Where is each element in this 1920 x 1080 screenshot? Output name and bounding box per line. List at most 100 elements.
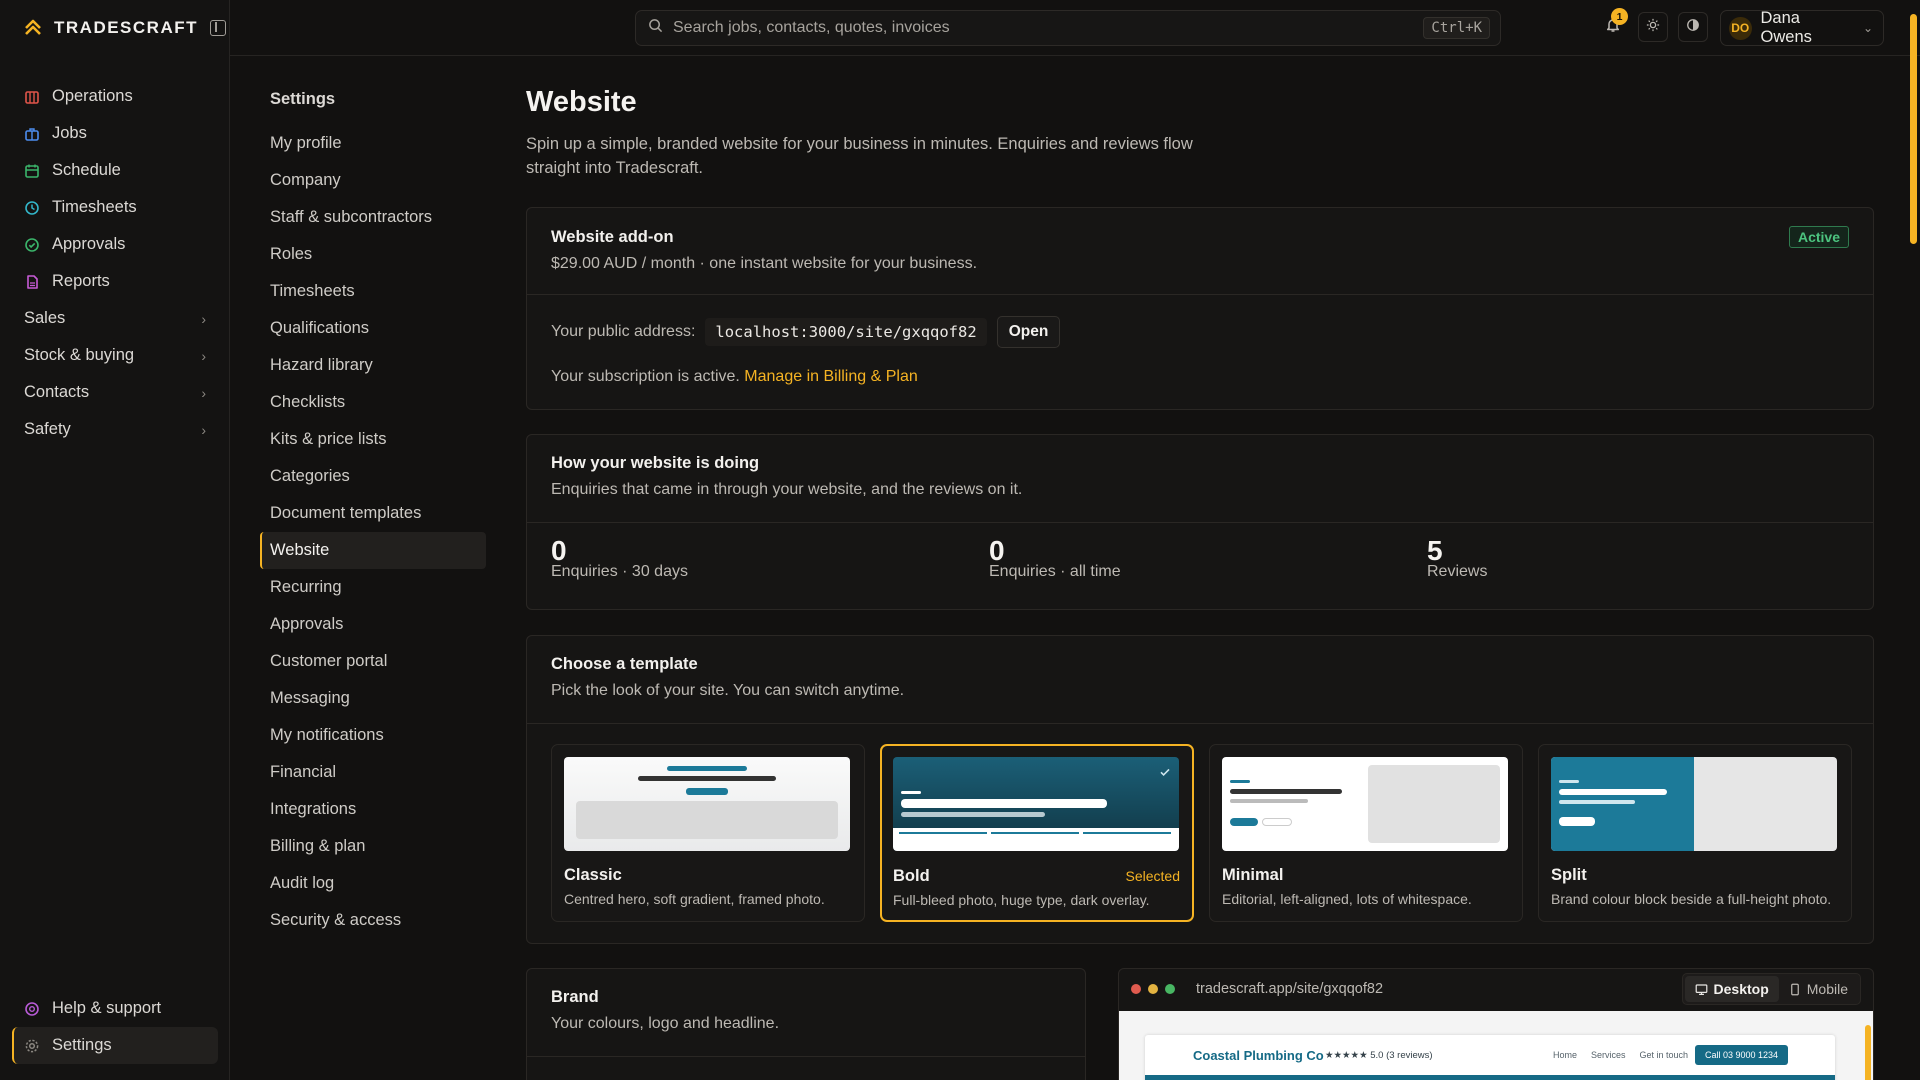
mobile-toggle-button[interactable]: Mobile: [1779, 976, 1858, 1002]
app-sidebar: TRADESCRAFT Operations Jobs Schedule Tim…: [0, 0, 230, 1080]
search-shortcut: Ctrl+K: [1423, 17, 1490, 39]
nav-label: Contacts: [24, 383, 90, 401]
settings-item-categories[interactable]: Categories: [260, 458, 486, 495]
template-description: Brand colour block beside a full-height …: [1551, 891, 1832, 907]
nav-item-settings[interactable]: Settings: [12, 1027, 218, 1064]
global-search[interactable]: Ctrl+K: [635, 10, 1501, 46]
settings-item-security[interactable]: Security & access: [260, 902, 486, 939]
nav-item-operations[interactable]: Operations: [12, 78, 218, 115]
check-icon: [1159, 765, 1171, 783]
topbar: Ctrl+K 1 DO Dana Owens ⌄: [230, 0, 1920, 56]
settings-item-website[interactable]: Website: [260, 532, 486, 569]
nav-label: Jobs: [52, 124, 87, 142]
template-subtitle: Pick the look of your site. You can swit…: [551, 682, 905, 699]
settings-item-messaging[interactable]: Messaging: [260, 680, 486, 717]
website-addon-card: Website add-on $29.00 AUD / month · one …: [526, 207, 1874, 410]
nav-label: Stock & buying: [24, 346, 135, 364]
template-description: Editorial, left-aligned, lots of whitesp…: [1222, 891, 1472, 907]
public-address-row: Your public address: localhost:3000/site…: [551, 316, 1061, 348]
settings-item-billing[interactable]: Billing & plan: [260, 828, 486, 865]
template-classic[interactable]: Classic Centred hero, soft gradient, fra…: [551, 744, 865, 922]
nav-item-help[interactable]: Help & support: [12, 990, 218, 1027]
report-icon: [24, 274, 40, 290]
collapse-sidebar-icon[interactable]: [210, 20, 226, 36]
settings-nav: Settings My profile Company Staff & subc…: [260, 90, 486, 939]
contrast-icon: [1686, 18, 1700, 37]
main-nav: Operations Jobs Schedule Timesheets Appr…: [12, 78, 218, 448]
settings-item-roles[interactable]: Roles: [260, 236, 486, 273]
monitor-icon: [1695, 983, 1707, 995]
nav-item-jobs[interactable]: Jobs: [12, 115, 218, 152]
contrast-button[interactable]: [1678, 12, 1708, 42]
settings-item-my-notifications[interactable]: My notifications: [260, 717, 486, 754]
divider: [527, 294, 1873, 295]
nav-label: Help & support: [52, 999, 162, 1017]
user-menu[interactable]: DO Dana Owens ⌄: [1720, 9, 1884, 46]
nav-item-approvals[interactable]: Approvals: [12, 226, 218, 263]
page-scrollbar[interactable]: [1910, 14, 1917, 244]
clock-icon: [24, 200, 40, 216]
template-bold[interactable]: Bold Selected Full-bleed photo, huge typ…: [880, 744, 1194, 922]
preview-browser-bar: tradescraft.app/site/gxqqof82 Desktop Mo…: [1119, 969, 1873, 1009]
nav-item-reports[interactable]: Reports: [12, 263, 218, 300]
brand-title: Brand: [551, 988, 599, 1006]
window-minimize-dot: [1148, 984, 1158, 994]
settings-item-kits[interactable]: Kits & price lists: [260, 421, 486, 458]
settings-item-timesheets[interactable]: Timesheets: [260, 273, 486, 310]
settings-item-company[interactable]: Company: [260, 162, 486, 199]
chevron-right-icon: ›: [201, 421, 206, 438]
settings-item-qualifications[interactable]: Qualifications: [260, 310, 486, 347]
site-preview: tradescraft.app/site/gxqqof82 Desktop Mo…: [1118, 968, 1874, 1080]
chevron-right-icon: ›: [201, 384, 206, 401]
stat-reviews: 5 Reviews: [1427, 535, 1487, 581]
sidebar-bottom: Help & support Settings: [12, 990, 218, 1064]
brand[interactable]: TRADESCRAFT: [22, 16, 226, 40]
nav-group-stock-buying[interactable]: Stock & buying ›: [12, 337, 218, 374]
settings-item-customer-portal[interactable]: Customer portal: [260, 643, 486, 680]
open-site-button[interactable]: Open: [996, 316, 1061, 348]
template-name: Minimal: [1222, 866, 1284, 884]
nav-group-contacts[interactable]: Contacts ›: [12, 374, 218, 411]
template-minimal[interactable]: Minimal Editorial, left-aligned, lots of…: [1209, 744, 1523, 922]
subscription-text: Your subscription is active.: [551, 368, 740, 385]
settings-item-hazard-library[interactable]: Hazard library: [260, 347, 486, 384]
settings-item-staff[interactable]: Staff & subcontractors: [260, 199, 486, 236]
notifications-button[interactable]: 1: [1598, 8, 1628, 42]
phone-icon: [1790, 983, 1799, 995]
nav-item-timesheets[interactable]: Timesheets: [12, 189, 218, 226]
sun-icon: [1646, 18, 1660, 37]
nav-label: Schedule: [52, 161, 121, 179]
nav-item-schedule[interactable]: Schedule: [12, 152, 218, 189]
nav-group-safety[interactable]: Safety ›: [12, 411, 218, 448]
settings-item-audit-log[interactable]: Audit log: [260, 865, 486, 902]
nav-label: Timesheets: [52, 198, 137, 216]
template-thumbnail: [893, 757, 1179, 851]
site-nav-home: Home: [1553, 1050, 1578, 1060]
template-split[interactable]: Split Brand colour block beside a full-h…: [1538, 744, 1852, 922]
nav-label: Settings: [52, 1036, 112, 1054]
settings-item-checklists[interactable]: Checklists: [260, 384, 486, 421]
settings-item-financial[interactable]: Financial: [260, 754, 486, 791]
preview-scrollbar[interactable]: [1865, 1025, 1871, 1080]
settings-item-approvals[interactable]: Approvals: [260, 606, 486, 643]
site-nav: Home Services Get in touch: [1553, 1050, 1688, 1060]
settings-item-my-profile[interactable]: My profile: [260, 125, 486, 162]
calendar-icon: [24, 163, 40, 179]
settings-item-document-templates[interactable]: Document templates: [260, 495, 486, 532]
search-input[interactable]: [673, 19, 1414, 37]
window-maximize-dot: [1165, 984, 1175, 994]
manage-billing-link[interactable]: Manage in Billing & Plan: [744, 368, 917, 385]
desktop-toggle-button[interactable]: Desktop: [1684, 976, 1779, 1002]
page-title: Website: [526, 86, 637, 118]
window-close-dot: [1131, 984, 1141, 994]
settings-item-integrations[interactable]: Integrations: [260, 791, 486, 828]
user-name: Dana Owens: [1760, 9, 1812, 46]
settings-item-recurring[interactable]: Recurring: [260, 569, 486, 606]
chevron-right-icon: ›: [201, 347, 206, 364]
site-rating: ★★★★★ 5.0 (3 reviews): [1325, 1050, 1433, 1061]
stat-enquiries-all-time: 0 Enquiries · all time: [989, 535, 1121, 581]
template-name: Bold: [893, 867, 930, 885]
theme-light-button[interactable]: [1638, 12, 1668, 42]
stat-label: Enquiries · all time: [989, 563, 1121, 580]
nav-group-sales[interactable]: Sales ›: [12, 300, 218, 337]
